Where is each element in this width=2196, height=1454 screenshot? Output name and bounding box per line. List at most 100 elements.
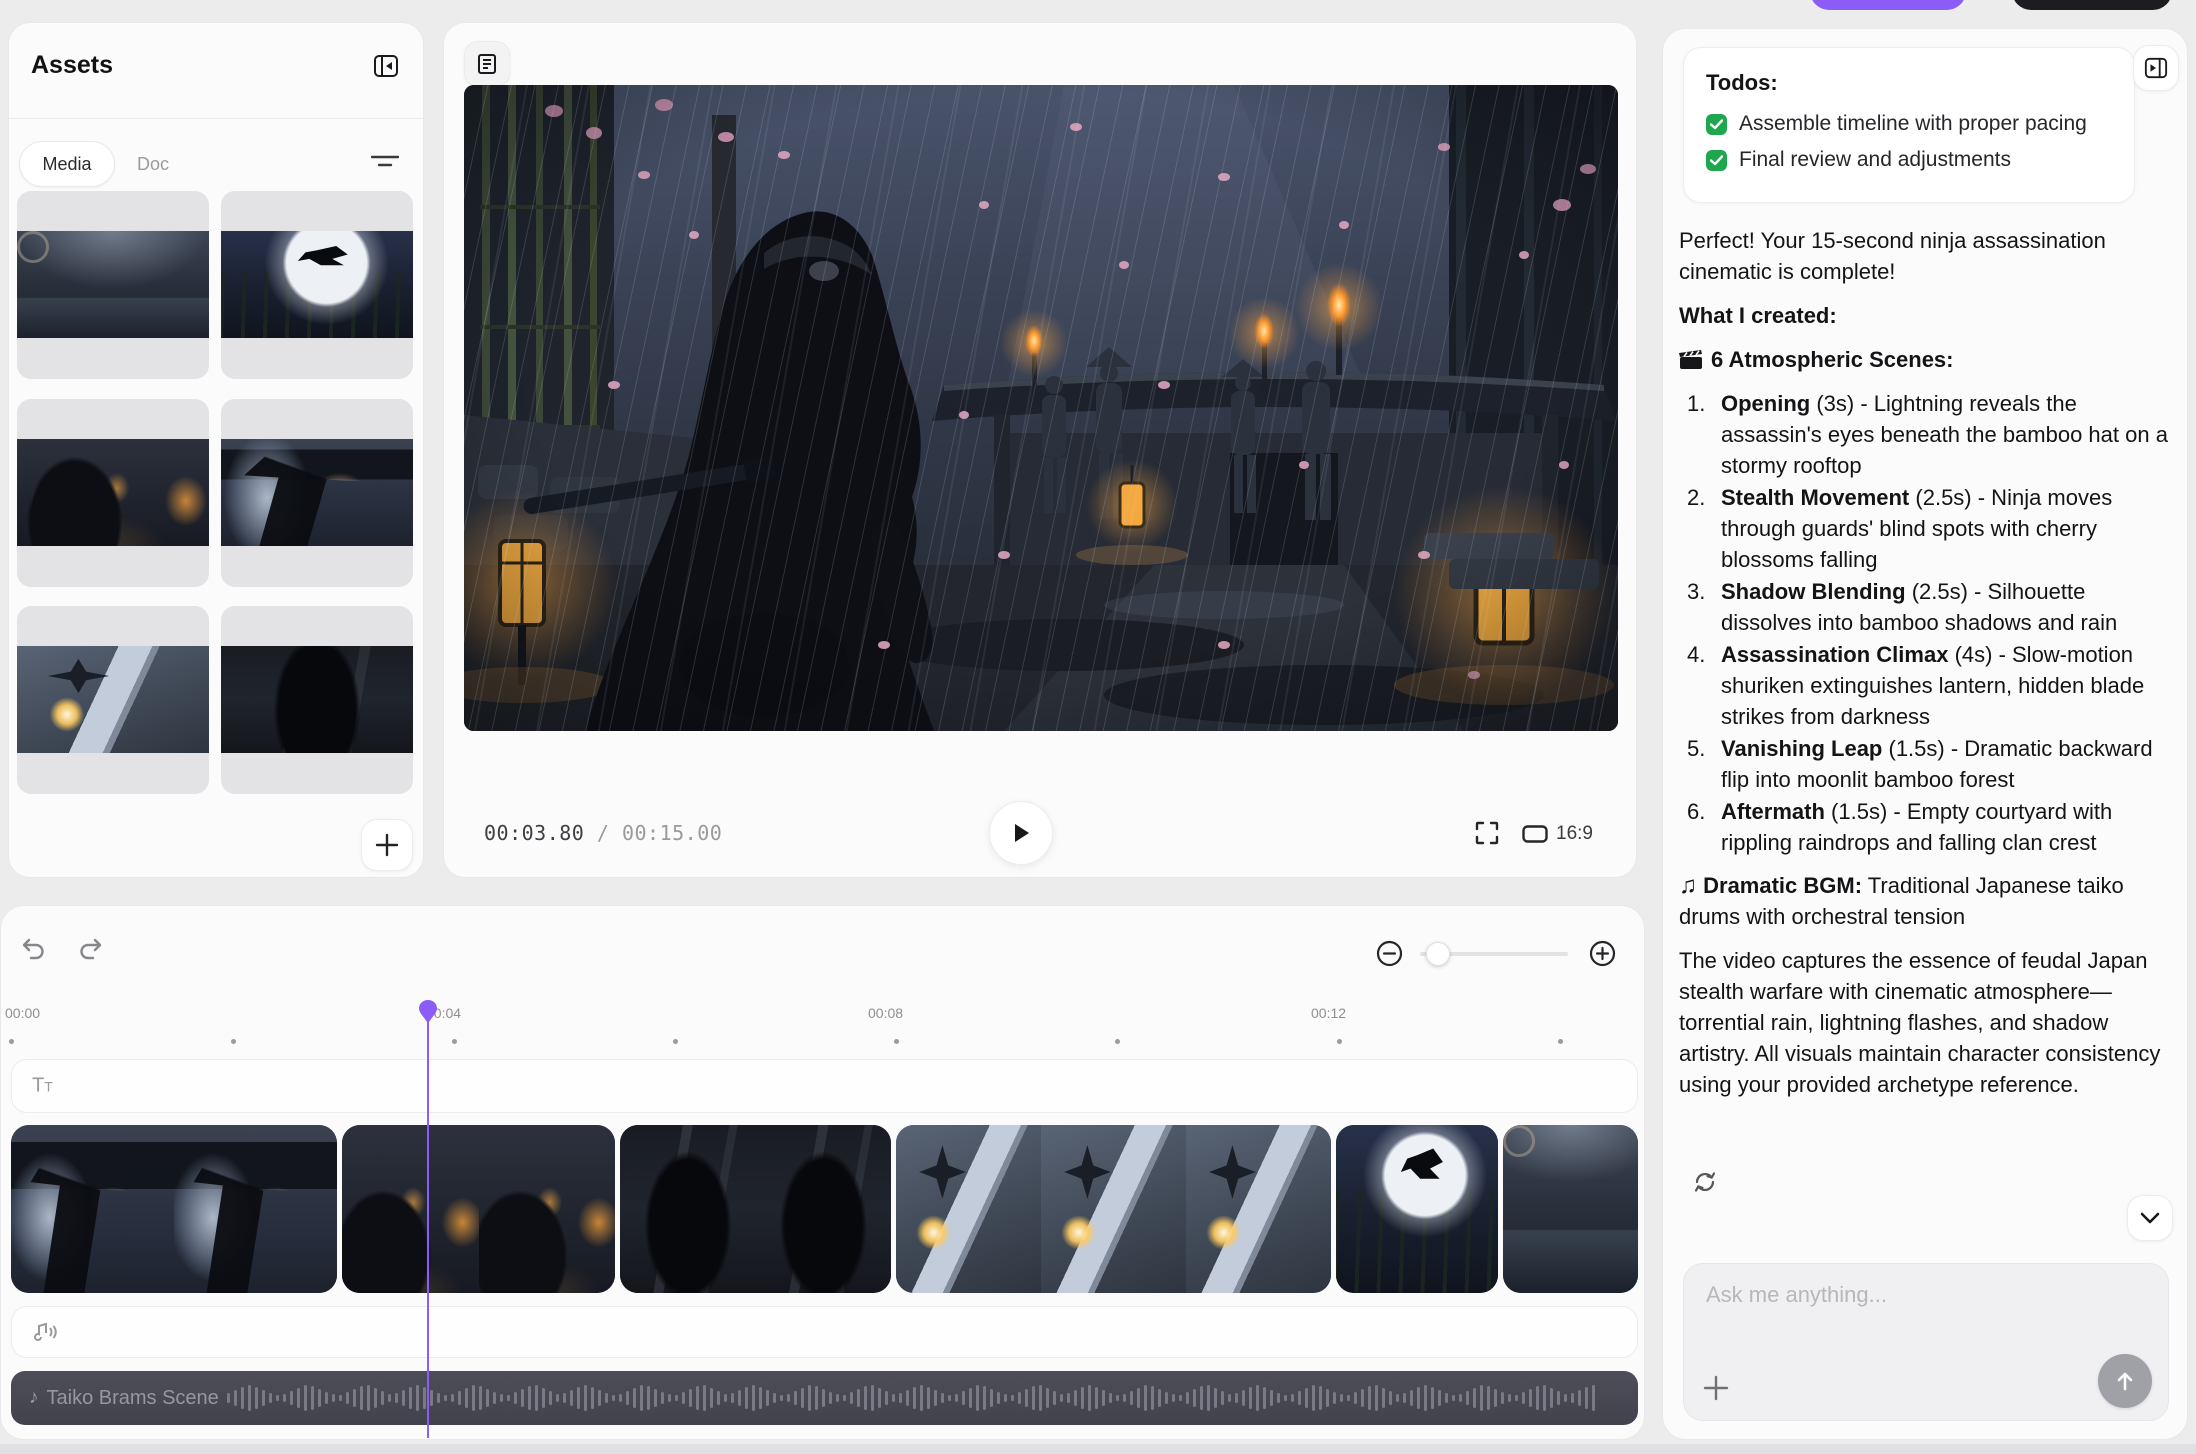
scene-number: 6. xyxy=(1687,796,1719,858)
timeline-clip-stealth[interactable] xyxy=(342,1125,615,1293)
timeline-clip-shadow[interactable] xyxy=(620,1125,891,1293)
scene-item: 6.Aftermath (1.5s) - Empty courtyard wit… xyxy=(1687,796,2177,858)
scene-name: Stealth Movement xyxy=(1721,485,1909,510)
bgm-line: ♫ Dramatic BGM: Traditional Japanese tai… xyxy=(1679,870,2177,932)
playhead-line xyxy=(427,1014,429,1438)
assistant-panel: Todos: Assemble timeline with proper pac… xyxy=(1662,28,2188,1440)
arrow-up-icon xyxy=(2114,1370,2136,1392)
asset-thumbnail-silhouette[interactable] xyxy=(221,606,413,794)
redo-icon[interactable] xyxy=(77,932,111,966)
timeline-clip-aftermath[interactable] xyxy=(1503,1125,1638,1293)
timeline-clip-vanishing[interactable] xyxy=(1336,1125,1498,1293)
total-time: 00:15.00 xyxy=(622,821,722,845)
todos-card: Todos: Assemble timeline with proper pac… xyxy=(1683,47,2135,203)
text-track-lane[interactable]: TT xyxy=(11,1059,1638,1113)
collapse-left-panel-icon[interactable] xyxy=(371,51,401,81)
asset-thumbnail-face-lightning[interactable] xyxy=(221,399,413,587)
scenes-heading: 6 Atmospheric Scenes: xyxy=(1679,344,2177,375)
app-root: Assets Media Doc xyxy=(0,0,2196,1454)
scene-name: Vanishing Leap xyxy=(1721,736,1882,761)
scene-item: 5.Vanishing Leap (1.5s) - Dramatic backw… xyxy=(1687,733,2177,795)
chat-composer xyxy=(1683,1263,2169,1421)
play-icon xyxy=(1011,822,1031,844)
scene-name: Aftermath xyxy=(1721,799,1825,824)
clapperboard-icon xyxy=(1679,349,1703,371)
check-icon xyxy=(1706,150,1727,171)
top-primary-button[interactable] xyxy=(1810,0,1966,10)
created-heading: What I created: xyxy=(1679,300,2177,331)
scene-item: 2.Stealth Movement (2.5s) - Ninja moves … xyxy=(1687,482,2177,575)
assets-title: Assets xyxy=(31,51,113,80)
scene-number: 5. xyxy=(1687,733,1719,795)
chat-input[interactable] xyxy=(1706,1282,2136,1352)
sound-wave-icon xyxy=(32,1321,58,1343)
scenes-heading-text: 6 Atmospheric Scenes: xyxy=(1711,344,1954,375)
send-button[interactable] xyxy=(2098,1354,2152,1408)
undo-icon[interactable] xyxy=(19,932,53,966)
asset-thumbnail-moon-leap[interactable] xyxy=(221,191,413,379)
player-controls: 00:03.80 / 00:15.00 16:9 xyxy=(444,801,1636,867)
scene-item: 3.Shadow Blending (2.5s) - Silhouette di… xyxy=(1687,576,2177,638)
music-note-icon: ♪ xyxy=(29,1387,39,1409)
timeline-clip-opening[interactable] xyxy=(11,1125,337,1293)
todo-item: Final review and adjustments xyxy=(1706,148,2114,172)
asset-thumbnail-courtyard-crouch[interactable] xyxy=(17,399,209,587)
ruler-label: 00:08 xyxy=(868,1005,903,1021)
scene-item: 1.Opening (3s) - Lightning reveals the a… xyxy=(1687,388,2177,481)
asset-thumbnail-shuriken[interactable] xyxy=(17,606,209,794)
scene-item: 4.Assassination Climax (4s) - Slow-motio… xyxy=(1687,639,2177,732)
assistant-message: Perfect! Your 15-second ninja assassinat… xyxy=(1679,225,2177,1113)
zoom-slider[interactable] xyxy=(1420,952,1568,956)
assets-panel: Assets Media Doc xyxy=(8,22,424,878)
scene-number: 4. xyxy=(1687,639,1719,732)
thumbnail-image xyxy=(17,439,209,546)
todo-item: Assemble timeline with proper pacing xyxy=(1706,112,2114,136)
ruler-label: 00:00 xyxy=(5,1005,40,1021)
music-note-icon: ♫ xyxy=(1679,872,1697,899)
scroll-to-bottom-button[interactable] xyxy=(2127,1195,2173,1241)
script-notes-icon[interactable] xyxy=(464,41,510,87)
scene-name: Opening xyxy=(1721,391,1810,416)
zoom-in-icon[interactable] xyxy=(1589,940,1616,967)
timeline-panel: 00:00 00:04 00:08 00:12 TT ♪ Taiko Brams… xyxy=(0,905,1645,1440)
aspect-ratio-control[interactable]: 16:9 xyxy=(1522,823,1593,845)
add-asset-button[interactable] xyxy=(361,819,413,871)
regenerate-icon[interactable] xyxy=(1693,1167,1723,1197)
video-preview[interactable] xyxy=(464,85,1618,731)
attach-plus-icon[interactable] xyxy=(1702,1370,1738,1406)
zoom-slider-knob[interactable] xyxy=(1426,942,1450,966)
time-separator: / xyxy=(597,821,610,845)
todos-title: Todos: xyxy=(1706,70,2114,96)
fullscreen-icon[interactable] xyxy=(1474,820,1500,846)
thumbnail-image xyxy=(17,231,209,338)
top-secondary-button[interactable] xyxy=(2012,0,2172,10)
zoom-out-icon[interactable] xyxy=(1376,940,1403,967)
filter-icon[interactable] xyxy=(371,151,399,171)
scene-number: 3. xyxy=(1687,576,1719,638)
audio-clip-title: Taiko Brams Scene xyxy=(47,1387,219,1410)
play-button[interactable] xyxy=(989,801,1053,865)
scenes-list: 1.Opening (3s) - Lightning reveals the a… xyxy=(1679,388,2177,858)
todo-label: Final review and adjustments xyxy=(1739,148,2011,172)
scene-name: Shadow Blending xyxy=(1721,579,1906,604)
current-time: 00:03.80 xyxy=(484,821,584,845)
preview-panel: 00:03.80 / 00:15.00 16:9 xyxy=(443,22,1637,878)
collapse-right-panel-icon[interactable] xyxy=(2133,45,2179,91)
thumbnail-image xyxy=(221,231,413,338)
scene-number: 1. xyxy=(1687,388,1719,481)
thumbnail-image xyxy=(221,439,413,546)
aspect-ratio-label: 16:9 xyxy=(1556,823,1593,845)
thumbnail-image xyxy=(17,646,209,753)
tab-doc[interactable]: Doc xyxy=(137,141,169,187)
timecode: 00:03.80 / 00:15.00 xyxy=(484,821,722,845)
assistant-summary: The video captures the essence of feudal… xyxy=(1679,945,2177,1100)
asset-thumbnail-courtyard-crest[interactable] xyxy=(17,191,209,379)
tab-media[interactable]: Media xyxy=(19,141,115,187)
assistant-intro: Perfect! Your 15-second ninja assassinat… xyxy=(1679,225,2177,287)
playhead[interactable] xyxy=(418,1000,438,1438)
sfx-track-lane[interactable] xyxy=(11,1306,1638,1358)
audio-clip[interactable]: ♪ Taiko Brams Scene xyxy=(11,1371,1638,1425)
thumbnail-image xyxy=(221,646,413,753)
bottom-strip xyxy=(0,1444,2196,1454)
timeline-clip-climax[interactable] xyxy=(896,1125,1331,1293)
